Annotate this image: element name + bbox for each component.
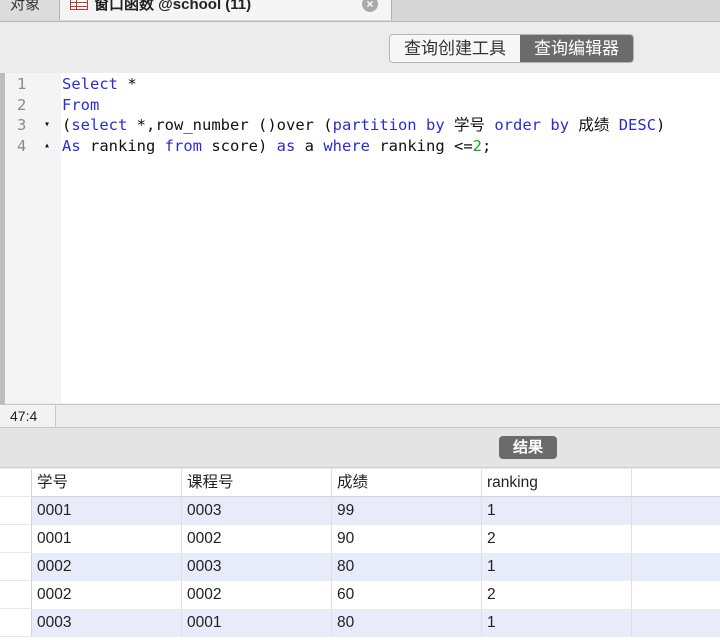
sql-keyword: DESC: [618, 116, 657, 134]
table-row[interactable]: 0002 0002 60 2: [32, 581, 720, 609]
code-text: (select *,row_number ()over (partition b…: [62, 115, 665, 135]
line-number: 4: [17, 136, 27, 155]
table-cell[interactable]: 0001: [32, 497, 182, 525]
sql-text: 成绩: [569, 116, 619, 134]
table-cell[interactable]: 0003: [32, 609, 182, 637]
query-editor-button[interactable]: 查询编辑器: [520, 35, 633, 62]
result-tab-button[interactable]: 结果: [499, 436, 557, 459]
line-number: 3: [17, 116, 27, 134]
sql-text: ): [656, 116, 666, 134]
column-header[interactable]: ranking: [482, 469, 632, 497]
close-icon[interactable]: ×: [362, 0, 378, 12]
sql-text: ranking: [80, 136, 165, 155]
table-cell[interactable]: 1: [482, 609, 632, 637]
code-line[interactable]: 2 From: [5, 95, 720, 115]
sql-keyword: Select: [62, 75, 118, 93]
row-selector[interactable]: [0, 581, 32, 609]
sql-keyword: select: [71, 116, 128, 134]
table-header[interactable]: 学号 课程号 成绩 ranking: [32, 469, 720, 497]
code-text: Select *: [62, 74, 137, 94]
sql-keyword: As: [62, 136, 81, 155]
cursor-position: 47:4: [0, 405, 56, 427]
table-cell[interactable]: 0002: [182, 525, 332, 553]
sql-text: ranking <=: [370, 136, 473, 155]
code-text: From: [62, 95, 99, 115]
sql-text: score): [202, 136, 277, 155]
table-cell[interactable]: 80: [332, 553, 482, 581]
tab-objects[interactable]: 对象: [0, 0, 60, 20]
code-text: As ranking from score) as a where rankin…: [62, 136, 491, 156]
sql-keyword: by: [550, 116, 570, 134]
row-selector[interactable]: [0, 609, 32, 637]
table-cell[interactable]: 1: [482, 553, 632, 581]
sql-number: 2: [472, 136, 482, 155]
status-bar: 47:4: [0, 404, 720, 428]
table-cell[interactable]: 0003: [182, 497, 332, 525]
row-selector[interactable]: [0, 497, 32, 525]
tab-query-label: 窗口函数 @school (11): [94, 0, 252, 13]
sql-keyword: as: [276, 136, 296, 155]
line-number: 1: [17, 75, 27, 93]
sql-keyword: order: [494, 116, 542, 134]
sql-text: (: [62, 116, 72, 134]
table-cell[interactable]: 1: [482, 497, 632, 525]
sql-text: *,row_number ()over (: [127, 116, 333, 134]
row-selector[interactable]: [0, 525, 32, 553]
code-line[interactable]: 3 ▾ (select *,row_number ()over (partition…: [5, 115, 720, 135]
table-cell[interactable]: 0003: [182, 553, 332, 581]
table-cell[interactable]: 0001: [182, 609, 332, 637]
table-cell[interactable]: 90: [332, 525, 482, 553]
table-row[interactable]: 0001 0002 90 2: [32, 525, 720, 553]
table-row[interactable]: 0003 0001 80 1: [32, 609, 720, 637]
column-header[interactable]: 学号: [32, 469, 182, 497]
column-header[interactable]: 课程号: [182, 469, 332, 497]
column-header[interactable]: 成绩: [332, 469, 482, 497]
sql-keyword: From: [62, 95, 100, 114]
line-number: 2: [17, 95, 27, 114]
table-cell[interactable]: 2: [482, 525, 632, 553]
result-grid: 学号 课程号 成绩 ranking 0001 0003 99 1 0001 0002 90 2 0002…: [0, 469, 720, 640]
table-cell[interactable]: 0002: [32, 553, 182, 581]
toolbar: 查询创建工具 查询编辑器: [0, 23, 720, 73]
table-cell[interactable]: 0002: [32, 581, 182, 609]
sql-keyword: partition: [332, 116, 417, 134]
tab-bar: 对象 窗口函数 @school (11) ×: [0, 0, 720, 22]
mode-switch: 查询创建工具 查询编辑器: [389, 34, 634, 63]
query-builder-button[interactable]: 查询创建工具: [390, 35, 520, 62]
result-header: 结果: [0, 428, 720, 468]
tab-query-editor[interactable]: 窗口函数 @school (11) ×: [60, 0, 392, 20]
sql-editor[interactable]: 1 Select * 2 From 3 ▾ (select *,row_number ()o…: [5, 73, 720, 403]
sql-text: ;: [482, 136, 492, 155]
fold-close-icon[interactable]: ▴: [44, 136, 50, 156]
fold-open-icon[interactable]: ▾: [44, 115, 50, 135]
code-line[interactable]: 4 ▴ As ranking from score) as a where rank…: [5, 136, 720, 156]
table-cell[interactable]: 2: [482, 581, 632, 609]
table-row[interactable]: 0002 0003 80 1: [32, 553, 720, 581]
sql-keyword: from: [164, 136, 202, 155]
sql-text: a: [295, 136, 324, 155]
table-cell[interactable]: 0001: [32, 525, 182, 553]
sql-text: 学号: [444, 116, 495, 134]
table-grid-icon: [70, 0, 88, 10]
table-cell[interactable]: 80: [332, 609, 482, 637]
grid-corner: [0, 469, 32, 497]
row-selector[interactable]: [0, 553, 32, 581]
sql-text: *: [118, 75, 137, 93]
table-cell[interactable]: 0002: [182, 581, 332, 609]
code-line[interactable]: 1 Select *: [5, 74, 720, 94]
table-cell[interactable]: 99: [332, 497, 482, 525]
table-cell[interactable]: 60: [332, 581, 482, 609]
sql-keyword: where: [323, 136, 370, 155]
sql-keyword: by: [426, 116, 445, 134]
table-row[interactable]: 0001 0003 99 1: [32, 497, 720, 525]
